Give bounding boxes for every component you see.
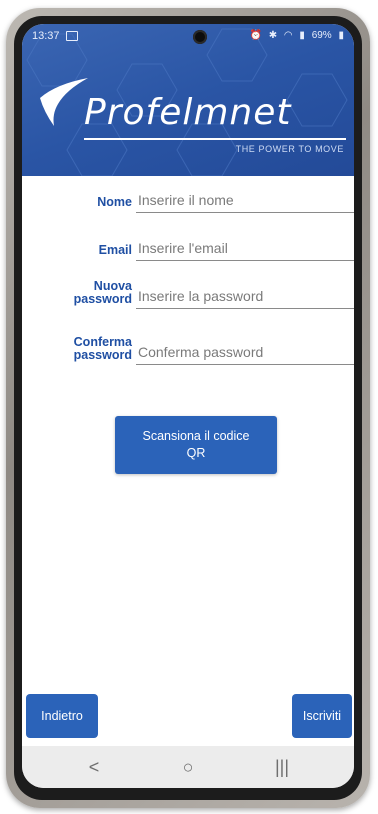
scan-qr-label-line2: QR	[186, 446, 206, 460]
new-password-field[interactable]	[136, 284, 354, 309]
system-nav-bar: < ○ |||	[22, 746, 354, 788]
confirm-password-field[interactable]	[136, 340, 354, 365]
wifi-icon: ◠	[283, 30, 293, 41]
logo-text: Profelmnet	[84, 92, 292, 133]
alarm-icon: ⏰	[249, 30, 262, 41]
brand-logo: Profelmnet THE POWER TO MOVE	[36, 74, 346, 158]
new-password-label: Nuova password	[74, 280, 132, 306]
back-button[interactable]: Indietro	[26, 694, 98, 738]
confirm-password-label: Conferma password	[74, 336, 132, 362]
battery-text: 69%	[311, 30, 332, 41]
new-password-label-line2: password	[73, 292, 132, 306]
scan-qr-button[interactable]: Scansiona il codice QR	[115, 416, 277, 474]
scan-qr-label-line1: Scansiona il codice	[142, 429, 250, 443]
logo-tagline: THE POWER TO MOVE	[235, 144, 344, 154]
bluetooth-icon: ✱	[268, 30, 278, 41]
email-label: Email	[98, 243, 132, 257]
battery-icon: ▮	[338, 30, 344, 41]
image-icon	[66, 31, 78, 41]
signal-icon: ▮	[299, 30, 305, 41]
status-bar: 13:37 ⏰ ✱ ◠ ▮ 69% ▮	[22, 24, 354, 48]
email-field[interactable]	[136, 236, 354, 261]
confirm-password-label-line2: password	[73, 348, 132, 362]
status-right-icons: ⏰ ✱ ◠ ▮ 69% ▮	[245, 30, 344, 41]
nav-recents-icon[interactable]: |||	[262, 754, 302, 780]
name-field[interactable]	[136, 188, 354, 213]
app-header: 13:37 ⏰ ✱ ◠ ▮ 69% ▮ Profelmnet THE POWER…	[22, 24, 354, 176]
front-camera	[193, 30, 207, 44]
name-label: Nome	[97, 195, 132, 209]
app-screen: 13:37 ⏰ ✱ ◠ ▮ 69% ▮ Profelmnet THE POWER…	[22, 24, 354, 788]
signup-button[interactable]: Iscriviti	[292, 694, 352, 738]
nav-back-icon[interactable]: <	[74, 754, 114, 780]
logo-underline	[84, 138, 346, 140]
status-time: 13:37	[32, 30, 60, 42]
nav-home-icon[interactable]: ○	[168, 754, 208, 780]
